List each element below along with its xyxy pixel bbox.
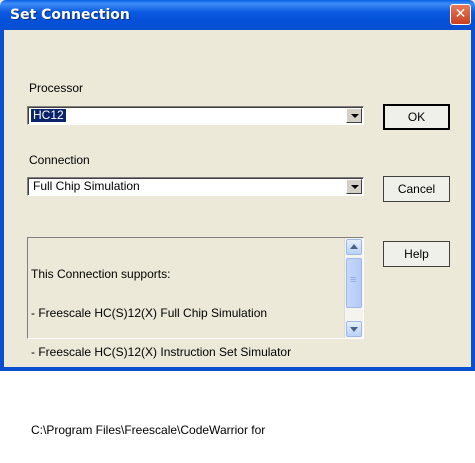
processor-label: Processor (29, 81, 84, 95)
info-line: - Freescale HC(S)12(X) Full Chip Simulat… (31, 306, 268, 320)
title-bar[interactable]: Set Connection ✕ (0, 0, 475, 30)
scroll-thumb[interactable] (346, 258, 362, 308)
window-title: Set Connection (10, 7, 130, 23)
help-button[interactable]: Help (383, 241, 450, 267)
window-frame-right (471, 30, 475, 371)
scroll-down-icon[interactable] (346, 321, 362, 337)
ok-button[interactable]: OK (383, 104, 450, 130)
connection-info-text: This Connection supports: - Freescale HC… (31, 242, 291, 463)
connection-dropdown[interactable]: Full Chip Simulation (27, 177, 364, 196)
window-frame-left (0, 30, 4, 371)
connection-value: Full Chip Simulation (33, 179, 140, 193)
cancel-button[interactable]: Cancel (383, 176, 450, 202)
scroll-up-icon[interactable] (346, 239, 362, 255)
connection-info-box[interactable]: This Connection supports: - Freescale HC… (27, 237, 364, 437)
chevron-down-icon[interactable] (346, 108, 362, 123)
info-line (31, 385, 291, 398)
set-connection-dialog: Set Connection ✕ Processor HC12 Connecti… (0, 0, 475, 437)
vertical-scrollbar[interactable] (344, 238, 363, 338)
processor-value: HC12 (31, 108, 66, 122)
close-button[interactable]: ✕ (450, 4, 471, 25)
info-line: This Connection supports: (31, 267, 171, 281)
info-line: - Freescale HC(S)12(X) Instruction Set S… (31, 345, 292, 359)
info-line: C:\Program Files\Freescale\CodeWarrior f… (31, 423, 266, 437)
connection-label: Connection (29, 153, 90, 167)
processor-dropdown[interactable]: HC12 (27, 106, 364, 125)
close-icon: ✕ (454, 6, 467, 22)
chevron-down-icon[interactable] (346, 179, 362, 194)
